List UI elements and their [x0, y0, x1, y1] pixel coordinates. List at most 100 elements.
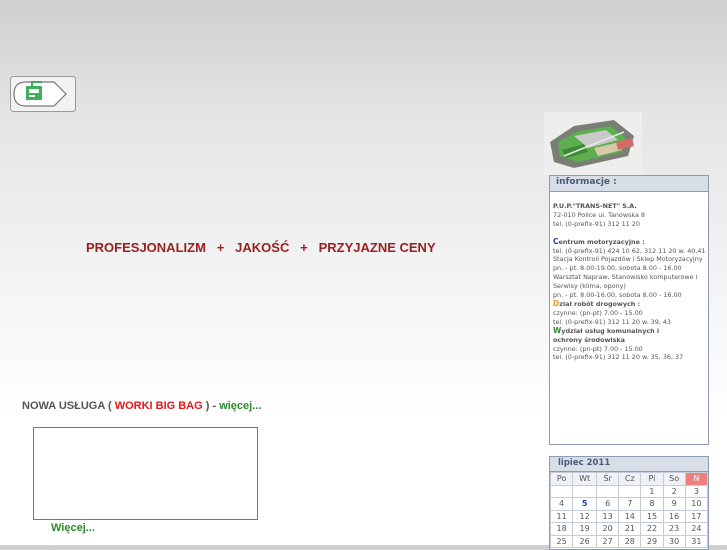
calendar-day[interactable]: 16 — [662, 509, 686, 523]
info-line: ochrony środowiska — [553, 336, 708, 345]
calendar-week-row: 11 12 13 14 15 16 17 — [550, 509, 708, 523]
info-line: tel. (0-prefix-91) 312 11 20 — [553, 220, 708, 229]
info-line-text: 72-010 Police ul. Tanowska 8 — [553, 210, 645, 219]
roadwork-photo — [544, 112, 642, 175]
info-line-text: pn. - pt. 8.00-16.00, sobota 8.00 - 16.0… — [553, 291, 682, 300]
info-line: tel. (0-prefix-91) 312 11 20 w. 35, 36, … — [553, 353, 708, 362]
calendar-day[interactable]: 12 — [572, 509, 598, 523]
calendar-day[interactable]: 3 — [684, 484, 708, 498]
calendar-weekday: Po — [550, 472, 574, 486]
calendar-weekday: Pi — [640, 472, 664, 486]
calendar-weekday: Cz — [618, 472, 642, 486]
calendar-day[interactable]: 7 — [618, 497, 642, 511]
calendar-empty-cell — [550, 484, 574, 498]
promo-box — [33, 427, 258, 520]
info-line-text: entrum motoryzacyjne : — [558, 237, 645, 246]
info-line: tel. (0-prefix-91) 424 10 62, 312 11 20 … — [553, 247, 708, 256]
calendar-day[interactable]: 29 — [640, 534, 664, 548]
calendar-month-title[interactable]: lipiec 2011 — [550, 457, 708, 472]
calendar-week-row: 4 5 6 7 8 9 10 — [550, 497, 708, 511]
info-line: pn. - pt. 8.00-19.00, sobota 8.00 - 16.0… — [553, 264, 708, 273]
calendar-day[interactable]: 13 — [596, 509, 620, 523]
calendar-day[interactable]: 9 — [662, 497, 686, 511]
info-line-text: ochrony środowiska — [553, 335, 625, 344]
info-line: Warsztat Napraw, Stanowisko komputerowe … — [553, 273, 708, 282]
calendar-day[interactable]: 25 — [550, 534, 574, 548]
calendar-day[interactable]: 2 — [662, 484, 686, 498]
info-line: Dział robót drogowych : — [553, 299, 708, 309]
info-line: tel. (0-prefix-91) 312 11 20 w. 39, 43 — [553, 318, 708, 327]
info-line: Wydział usług komunalnych i — [553, 326, 708, 336]
info-line: 72-010 Police ul. Tanowska 8 — [553, 211, 708, 220]
calendar: lipiec 2011 Po Wt Śr Cz Pi So N 1 2 3 4 5 6 7 8 9 10 11 12… — [549, 456, 709, 550]
calendar-day[interactable]: 26 — [572, 534, 598, 548]
info-panel: informacje : P.U.P."TRANS-NET" S.A. 72-0… — [549, 175, 709, 445]
calendar-day[interactable]: 14 — [618, 509, 642, 523]
calendar-grid: Po Wt Śr Cz Pi So N 1 2 3 4 5 6 7 8 9 10 11 12 13 14 15 16 17 18… — [550, 472, 708, 548]
calendar-day[interactable]: 1 — [640, 484, 664, 498]
info-line-text: czynne: (pn-pt) 7.00 - 15.00 — [553, 344, 643, 353]
info-line-text: tel. (0-prefix-91) 312 11 20 w. 35, 36, … — [553, 353, 684, 362]
calendar-day[interactable]: 24 — [684, 522, 708, 536]
calendar-day[interactable]: 19 — [572, 522, 598, 536]
promo-more-link[interactable]: Więcej... — [51, 522, 95, 534]
info-line-text: ydział usług komunalnych i — [561, 326, 660, 335]
calendar-empty-cell — [596, 484, 620, 498]
info-line: czynne: (pn-pt) 7.00 - 15.00 — [553, 309, 708, 318]
company-logo[interactable] — [10, 76, 76, 112]
news-prefix: NOWA USŁUGA ( — [22, 400, 115, 412]
calendar-day[interactable]: 23 — [662, 522, 686, 536]
calendar-day[interactable]: 10 — [684, 497, 708, 511]
info-line-text: pn. - pt. 8.00-19.00, sobota 8.00 - 16.0… — [553, 264, 682, 273]
info-line-text — [553, 229, 555, 237]
calendar-day[interactable]: 27 — [596, 534, 620, 548]
calendar-weekday-row: Po Wt Śr Cz Pi So N — [550, 472, 708, 486]
info-line: pn. - pt. 8.00-16.00, sobota 8.00 - 16.0… — [553, 291, 708, 300]
info-line-text: Serwisy (klima, opony) — [553, 282, 626, 291]
info-panel-title: informacje : — [550, 176, 708, 192]
calendar-week-row: 123 — [550, 484, 708, 498]
calendar-day[interactable]: 28 — [618, 534, 642, 548]
calendar-weekday: So — [662, 472, 686, 486]
news-more-link[interactable]: więcej... — [219, 400, 261, 412]
calendar-day[interactable]: 21 — [618, 522, 642, 536]
calendar-day[interactable]: 8 — [640, 497, 664, 511]
info-line-text: tel. (0-prefix-91) 312 11 20 — [553, 219, 640, 228]
calendar-empty-cell — [572, 484, 598, 498]
calendar-weekday: N — [684, 472, 708, 486]
info-line-text: Stacja Kontroli Pojazdów i Sklep Motoryz… — [553, 255, 703, 264]
calendar-day[interactable]: 20 — [596, 522, 620, 536]
info-line-text: tel. (0-prefix-91) 312 11 20 w. 39, 43 — [553, 317, 671, 326]
calendar-day[interactable]: 30 — [662, 534, 686, 548]
calendar-day[interactable]: 11 — [550, 509, 574, 523]
news-banner: NOWA USŁUGA ( WORKI BIG BAG ) - więcej..… — [22, 400, 261, 412]
news-suffix: ) - — [202, 400, 220, 412]
info-line-text: ział robót drogowych : — [559, 299, 641, 308]
info-panel-body: P.U.P."TRANS-NET" S.A. 72-010 Police ul.… — [550, 192, 708, 362]
info-line-text: czynne: (pn-pt) 7.00 - 15.00 — [553, 308, 643, 317]
calendar-day[interactable]: 15 — [640, 509, 664, 523]
calendar-day[interactable]: 6 — [596, 497, 620, 511]
calendar-weekday: Wt — [572, 472, 598, 486]
calendar-day[interactable]: 22 — [640, 522, 664, 536]
calendar-empty-cell — [618, 484, 642, 498]
info-line: Serwisy (klima, opony) — [553, 282, 708, 291]
info-line-text: tel. (0-prefix-91) 424 10 62, 312 11 20 … — [553, 246, 706, 255]
calendar-day[interactable]: 5 — [572, 497, 598, 511]
info-line-text: Warsztat Napraw, Stanowisko komputerowe … — [553, 273, 698, 282]
calendar-day[interactable]: 31 — [684, 534, 708, 548]
news-service-link[interactable]: WORKI BIG BAG — [115, 400, 203, 412]
info-line: Stacja Kontroli Pojazdów i Sklep Motoryz… — [553, 255, 708, 264]
calendar-weekday: Śr — [596, 472, 620, 486]
calendar-week-row: 25 26 27 28 29 30 31 — [550, 534, 708, 548]
info-line — [553, 229, 708, 238]
info-line: czynne: (pn-pt) 7.00 - 15.00 — [553, 345, 708, 354]
info-line-text: P.U.P."TRANS-NET" S.A. — [553, 202, 637, 210]
info-line: Centrum motoryzacyjne : — [553, 237, 708, 247]
calendar-day[interactable]: 18 — [550, 522, 574, 536]
calendar-week-row: 18 19 20 21 22 23 24 — [550, 522, 708, 536]
slogan: PROFESJONALIZM + JAKOŚĆ + PRZYJAZNE CENY — [86, 240, 436, 255]
calendar-day[interactable]: 4 — [550, 497, 574, 511]
info-line: P.U.P."TRANS-NET" S.A. — [553, 202, 708, 211]
calendar-day[interactable]: 17 — [684, 509, 708, 523]
